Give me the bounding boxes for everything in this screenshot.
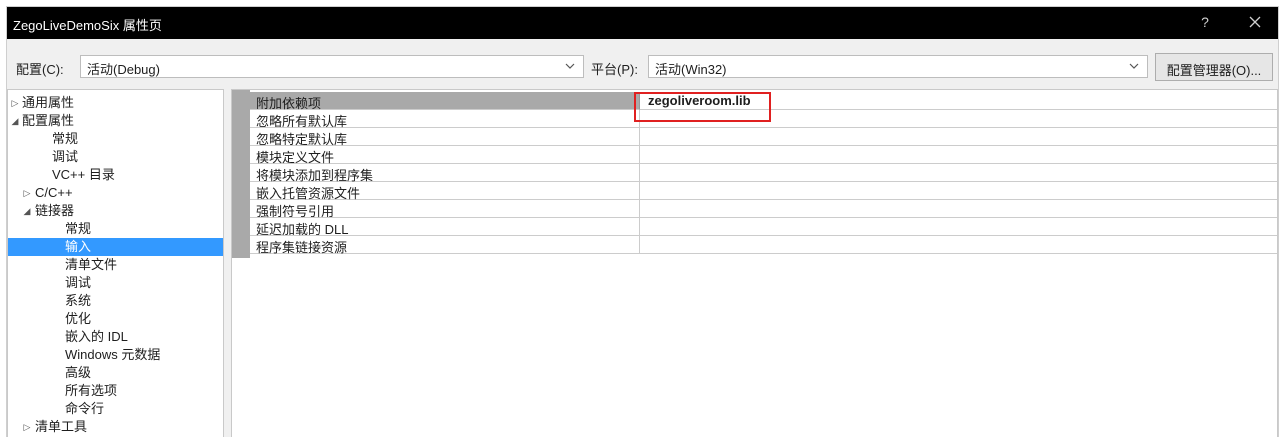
category-tree: ▷ 通用属性 ◢ 配置属性 常规 调试 VC++ 目录 ▷ C/C++ ◢ 链接器 常规 输入 清单文件调…: [7, 89, 224, 437]
property-name[interactable]: 程序集链接资源: [250, 236, 640, 255]
tree-item[interactable]: 常规: [8, 130, 223, 148]
property-grid: 附加依赖项 zegoliveroom.lib 忽略所有默认库 忽略特定默认库 模块定义文…: [231, 89, 1278, 437]
tree-item-label: 配置属性: [22, 113, 75, 128]
tree-item[interactable]: 常规: [8, 220, 223, 238]
grid-gutter: [232, 90, 250, 258]
property-value[interactable]: [640, 146, 1277, 164]
property-row[interactable]: 强制符号引用: [250, 200, 1277, 219]
title-bar: ZegoLiveDemoSix 属性页 ?: [7, 7, 1278, 39]
tree-item-label: 链接器: [35, 203, 75, 218]
property-row[interactable]: 附加依赖项 zegoliveroom.lib: [250, 92, 1277, 111]
close-button[interactable]: [1243, 13, 1267, 33]
window-title: ZegoLiveDemoSix 属性页: [13, 18, 162, 33]
platform-select-value: 活动(Win32): [655, 62, 727, 77]
config-label: 配置(C):: [16, 62, 64, 77]
property-name[interactable]: 嵌入托管资源文件: [250, 182, 640, 201]
property-row[interactable]: 延迟加载的 DLL: [250, 218, 1277, 237]
tree-item-label: 系统: [65, 293, 92, 308]
help-button[interactable]: ?: [1195, 14, 1215, 30]
tree-item[interactable]: 调试: [8, 274, 223, 292]
property-name[interactable]: 将模块添加到程序集: [250, 164, 640, 183]
platform-select[interactable]: 活动(Win32): [648, 55, 1148, 78]
property-pages-dialog: ZegoLiveDemoSix 属性页 ? 配置(C): 活动(Debug) 平…: [6, 6, 1279, 437]
collapse-arrow-icon[interactable]: ◢: [10, 112, 20, 130]
tree-item[interactable]: 输入: [8, 238, 223, 256]
tree-item[interactable]: ▷ C/C++: [8, 184, 223, 202]
tree-item-label: 嵌入的 IDL: [65, 329, 128, 344]
property-value[interactable]: [640, 110, 1277, 128]
chevron-down-icon: [565, 63, 575, 69]
tree-item-label: 调试: [52, 149, 79, 164]
tree-item-label: 常规: [52, 131, 79, 146]
tree-item-label: C/C++: [35, 185, 73, 200]
tree-item-label: 通用属性: [22, 95, 75, 110]
property-value[interactable]: [640, 164, 1277, 182]
property-name[interactable]: 模块定义文件: [250, 146, 640, 165]
config-manager-button[interactable]: 配置管理器(O)...: [1155, 53, 1273, 81]
tree-item-label: 调试: [65, 275, 92, 290]
tree-item-label: VC++ 目录: [52, 167, 115, 182]
property-value[interactable]: [640, 182, 1277, 200]
tree-item[interactable]: VC++ 目录: [8, 166, 223, 184]
platform-label: 平台(P):: [591, 62, 638, 77]
tree-item[interactable]: 系统: [8, 292, 223, 310]
property-value[interactable]: [640, 128, 1277, 146]
property-name[interactable]: 附加依赖项: [250, 92, 640, 111]
property-value[interactable]: [640, 236, 1277, 254]
tree-item[interactable]: 调试: [8, 148, 223, 166]
tree-item[interactable]: ◢ 配置属性: [8, 112, 223, 130]
tree-item[interactable]: 优化: [8, 310, 223, 328]
toolbar: 配置(C): 活动(Debug) 平台(P): 活动(Win32) 配置管理器(…: [7, 39, 1278, 89]
config-select-value: 活动(Debug): [87, 62, 160, 77]
tree-item[interactable]: 清单文件: [8, 256, 223, 274]
tree-item-label: 清单工具: [35, 419, 88, 434]
property-row[interactable]: 忽略特定默认库: [250, 128, 1277, 147]
tree-item[interactable]: ▷ 通用属性: [8, 94, 223, 112]
property-value[interactable]: [640, 200, 1277, 218]
tree-item-label: Windows 元数据: [65, 347, 161, 362]
expand-arrow-icon[interactable]: ▷: [10, 94, 20, 112]
property-value[interactable]: zegoliveroom.lib: [640, 92, 1277, 110]
property-name[interactable]: 强制符号引用: [250, 200, 640, 219]
property-name[interactable]: 延迟加载的 DLL: [250, 218, 640, 237]
property-row[interactable]: 模块定义文件: [250, 146, 1277, 165]
tree-item[interactable]: 所有选项: [8, 382, 223, 400]
tree-item-label: 命令行: [65, 401, 105, 416]
tree-item-label: 高级: [65, 365, 92, 380]
property-row[interactable]: 程序集链接资源: [250, 236, 1277, 255]
expand-arrow-icon[interactable]: ▷: [22, 418, 32, 436]
property-name[interactable]: 忽略所有默认库: [250, 110, 640, 129]
tree-item-label: 所有选项: [65, 383, 118, 398]
tree-item[interactable]: Windows 元数据: [8, 346, 223, 364]
tree-item[interactable]: ◢ 链接器: [8, 202, 223, 220]
tree-item[interactable]: 高级: [8, 364, 223, 382]
chevron-down-icon: [1129, 63, 1139, 69]
tree-item-label: 输入: [65, 239, 92, 254]
property-row[interactable]: 将模块添加到程序集: [250, 164, 1277, 183]
close-icon: [1249, 16, 1261, 28]
tree-item-label: 优化: [65, 311, 92, 326]
tree-item-label: 清单文件: [65, 257, 118, 272]
tree-item[interactable]: ▷ 清单工具: [8, 418, 223, 436]
property-row[interactable]: 忽略所有默认库: [250, 110, 1277, 129]
expand-arrow-icon[interactable]: ▷: [22, 184, 32, 202]
property-name[interactable]: 忽略特定默认库: [250, 128, 640, 147]
config-select[interactable]: 活动(Debug): [80, 55, 584, 78]
property-value[interactable]: [640, 218, 1277, 236]
tree-item[interactable]: 命令行: [8, 400, 223, 418]
tree-item[interactable]: 嵌入的 IDL: [8, 328, 223, 346]
tree-item-label: 常规: [65, 221, 92, 236]
property-row[interactable]: 嵌入托管资源文件: [250, 182, 1277, 201]
collapse-arrow-icon[interactable]: ◢: [22, 202, 32, 220]
